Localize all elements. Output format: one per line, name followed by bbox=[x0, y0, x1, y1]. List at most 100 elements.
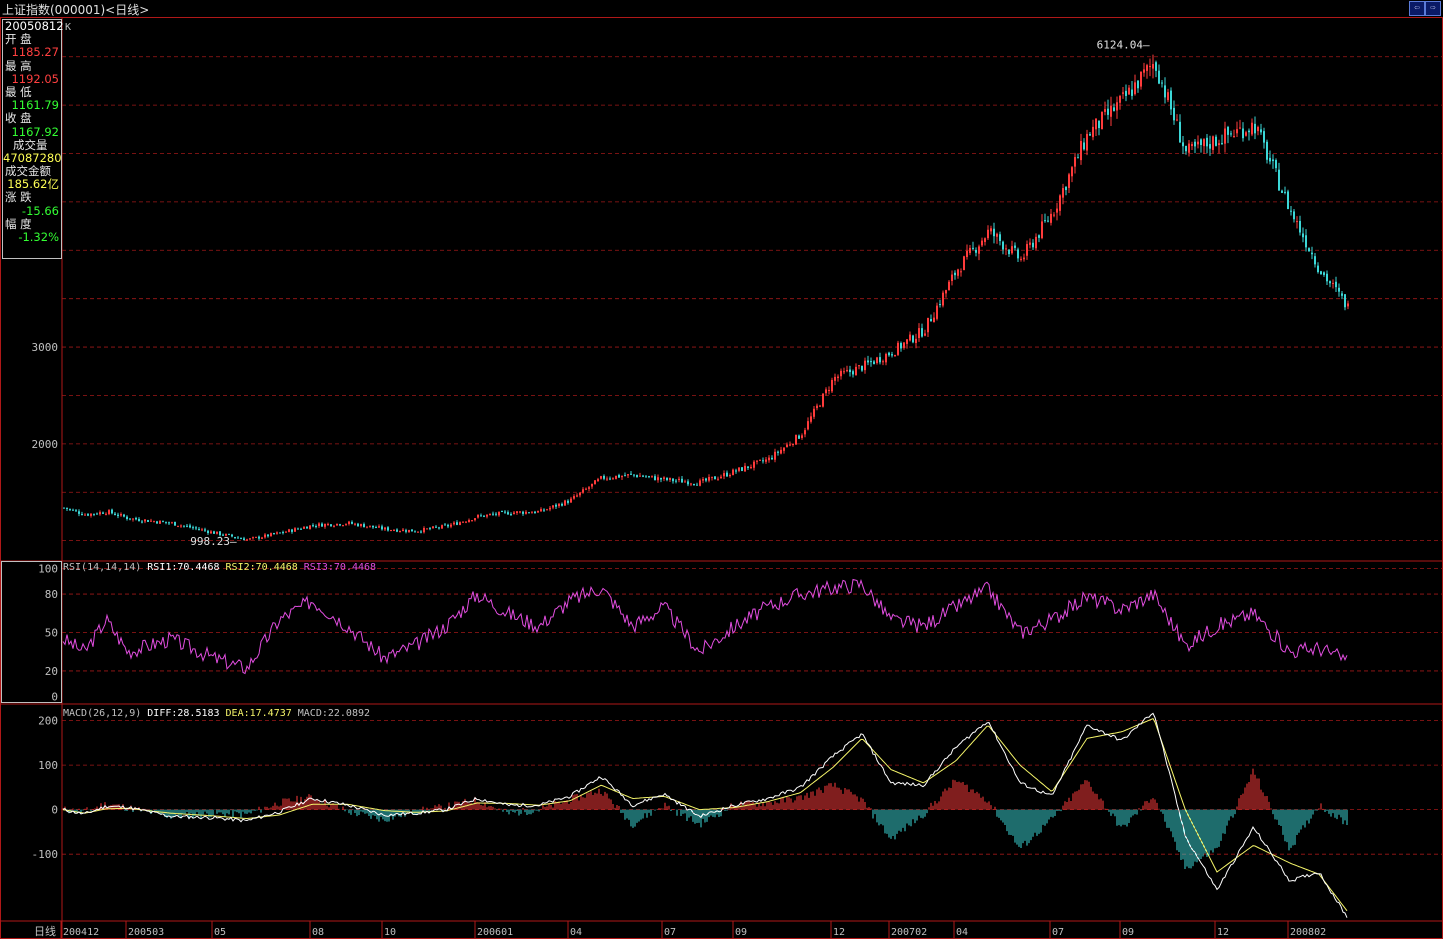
candle-body bbox=[315, 526, 317, 528]
candle-body bbox=[837, 376, 839, 379]
candle-body bbox=[141, 521, 143, 523]
candle-body bbox=[1164, 85, 1166, 98]
candle-body bbox=[138, 518, 140, 522]
candle-body bbox=[240, 538, 242, 540]
legend-entry: RSI1:70.4468 bbox=[147, 562, 220, 573]
x-tick-label: 07 bbox=[1052, 927, 1064, 938]
candle-body bbox=[1299, 220, 1301, 233]
candle-body bbox=[702, 479, 704, 481]
candle-body bbox=[831, 379, 833, 392]
candle-body bbox=[1119, 95, 1121, 103]
candle-body bbox=[459, 522, 461, 525]
candle-body bbox=[897, 342, 899, 355]
candle-body bbox=[1062, 188, 1064, 198]
candle-body bbox=[1002, 241, 1004, 250]
macd-legend: MACD(26,12,9) DIFF:28.5183 DEA:17.4737 MACD… bbox=[63, 708, 376, 719]
candle-body bbox=[546, 509, 548, 511]
candle-body bbox=[1098, 120, 1100, 129]
candle-body bbox=[798, 435, 800, 439]
candle-body bbox=[783, 447, 785, 451]
candle-body bbox=[954, 272, 956, 276]
candle-body bbox=[852, 371, 854, 375]
candle-body bbox=[663, 477, 665, 479]
extreme-value-label: 998.23— bbox=[190, 535, 237, 548]
candle-body bbox=[420, 531, 422, 533]
candle-body bbox=[759, 459, 761, 461]
candle-body bbox=[150, 520, 152, 522]
candle-body bbox=[333, 525, 335, 527]
candle-body bbox=[813, 408, 815, 417]
y-tick-label: 0 bbox=[51, 691, 58, 704]
candle-body bbox=[1224, 128, 1226, 144]
candle-body bbox=[1242, 128, 1244, 139]
candle-body bbox=[453, 522, 455, 525]
candle-body bbox=[63, 507, 65, 509]
candle-body bbox=[711, 476, 713, 478]
candle-body bbox=[429, 528, 431, 530]
candle-body bbox=[1032, 242, 1034, 248]
candle-body bbox=[216, 531, 218, 534]
candle-body bbox=[906, 339, 908, 344]
candle-body bbox=[1167, 92, 1169, 101]
candle-body bbox=[1170, 90, 1172, 110]
candle-body bbox=[351, 521, 353, 524]
candle-body bbox=[399, 530, 401, 532]
candle-body bbox=[450, 524, 452, 527]
candle-body bbox=[1245, 132, 1247, 136]
candle-body bbox=[1056, 208, 1058, 213]
candle-body bbox=[888, 352, 890, 356]
candle-body bbox=[648, 476, 650, 478]
candle-body bbox=[924, 333, 926, 336]
candle-body bbox=[1116, 102, 1118, 111]
candle-body bbox=[303, 526, 305, 529]
candle-body bbox=[594, 480, 596, 485]
y-tick-label: 80 bbox=[45, 588, 58, 601]
candle-body bbox=[747, 466, 749, 468]
x-tick-label: 200412 bbox=[63, 927, 99, 938]
candle-body bbox=[804, 430, 806, 435]
candle-body bbox=[849, 369, 851, 373]
candle-body bbox=[654, 476, 656, 481]
candle-body bbox=[159, 520, 161, 524]
candle-body bbox=[1059, 195, 1061, 211]
candle-body bbox=[690, 483, 692, 485]
candle-body bbox=[252, 537, 254, 539]
candle-body bbox=[294, 528, 296, 532]
candle-body bbox=[1017, 249, 1019, 259]
candle-body bbox=[588, 487, 590, 489]
candle-body bbox=[1284, 191, 1286, 193]
candle-body bbox=[1173, 107, 1175, 121]
candle-body bbox=[1020, 258, 1022, 260]
candle-body bbox=[981, 240, 983, 246]
candle-body bbox=[1122, 92, 1124, 94]
candle-body bbox=[1305, 235, 1307, 248]
legend-entry: RSI2:70.4468 bbox=[225, 562, 298, 573]
candle-body bbox=[465, 521, 467, 523]
candle-body bbox=[369, 525, 371, 527]
candle-body bbox=[90, 513, 92, 516]
candle-body bbox=[1236, 129, 1238, 134]
candle-body bbox=[1302, 233, 1304, 238]
candle-body bbox=[660, 477, 662, 480]
candle-body bbox=[645, 476, 647, 478]
candle-body bbox=[1104, 109, 1106, 112]
stock-chart[interactable]: K200030006124.04—998.23—1008050200200100… bbox=[0, 0, 1443, 939]
candle-body bbox=[684, 481, 686, 483]
candle-body bbox=[915, 338, 917, 344]
candle-body bbox=[657, 477, 659, 481]
candle-body bbox=[495, 513, 497, 515]
candle-body bbox=[876, 357, 878, 364]
candle-body bbox=[990, 228, 992, 232]
candle-body bbox=[603, 475, 605, 479]
candle-body bbox=[1317, 265, 1319, 273]
candle-body bbox=[534, 511, 536, 513]
candle-body bbox=[948, 281, 950, 291]
candle-body bbox=[1260, 129, 1262, 133]
candle-body bbox=[555, 504, 557, 507]
candle-body bbox=[1128, 87, 1130, 95]
candle-body bbox=[336, 523, 338, 526]
candle-body bbox=[909, 334, 911, 341]
candle-body bbox=[960, 271, 962, 273]
candle-body bbox=[753, 461, 755, 468]
y-tick-label: 100 bbox=[38, 562, 58, 575]
